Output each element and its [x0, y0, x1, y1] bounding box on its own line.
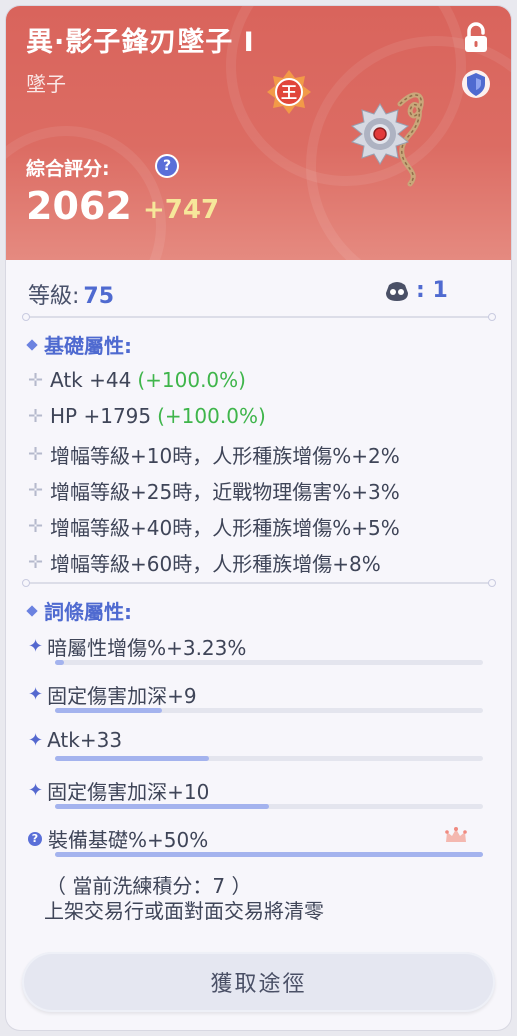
plus-icon: ✛ [28, 444, 44, 465]
plus-icon: ✛ [28, 516, 44, 537]
sparkle-icon: ✦ [28, 684, 44, 705]
base-stat: ✛ 增幅等級+10時，人形種族增傷%+2% [28, 444, 400, 468]
diamond-icon [26, 338, 38, 351]
badge-glyph: 王 [281, 83, 297, 102]
affix-row: ? 裝備基礎%+50% [28, 824, 208, 853]
item-title: 異·影子鋒刃墜子 I [26, 27, 255, 58]
base-stat: ✛ 增幅等級+40時，人形種族增傷%+5% [28, 516, 400, 540]
rarity-badge-icon: 王 [267, 70, 311, 114]
base-stat: ✛ 增幅等級+25時，近戰物理傷害%+3% [28, 480, 400, 504]
crown-icon [445, 827, 467, 842]
rating-bonus: +747 [143, 195, 220, 225]
rating-label: 綜合評分: [26, 158, 110, 180]
affix-progress-bar [55, 852, 483, 857]
plus-icon: ✛ [28, 405, 44, 427]
question-icon[interactable]: ? [28, 831, 42, 846]
divider [22, 313, 496, 321]
socket-icon [386, 281, 408, 301]
level-label: 等級: [28, 284, 80, 309]
base-stat: ✛ 增幅等級+60時，人形種族增傷+8% [28, 552, 381, 576]
affix-row: ✦ 固定傷害加深+9 [28, 684, 197, 708]
plus-icon: ✛ [28, 552, 44, 573]
level-value: 75 [83, 284, 115, 309]
help-icon[interactable]: ? [157, 156, 177, 176]
item-tooltip-card: 異·影子鋒刃墜子 I 墜子 王 綜合評分: ? 2062 +747 等級: 75… [6, 6, 511, 1030]
rating-value: 2062 [26, 184, 132, 228]
affix-progress-bar [55, 756, 483, 761]
sparkle-icon: ✦ [28, 729, 44, 751]
base-stat: ✛ HP +1795 (+100.0%) [28, 404, 266, 428]
diamond-icon [26, 604, 38, 617]
level-row: 等級: 75 [28, 278, 114, 310]
shield-icon[interactable] [461, 68, 491, 100]
refine-score-note: （ 當前洗練積分：7 ） 上架交易行或面對面交易將清零 [44, 874, 324, 923]
affix-attributes-title: 詞條屬性: [26, 596, 132, 625]
affix-row: ✦ 固定傷害加深+10 [28, 780, 210, 804]
base-stat: ✛ Atk +44 (+100.0%) [28, 368, 246, 392]
affix-row: ✦ Atk+33 [28, 728, 123, 752]
plus-icon: ✛ [28, 369, 44, 391]
plus-icon: ✛ [28, 480, 44, 501]
base-attributes-title: 基礎屬性: [26, 330, 132, 359]
socket-count-value: : 1 [416, 278, 448, 303]
affix-progress-bar [55, 660, 483, 665]
sparkle-icon: ✦ [28, 636, 44, 657]
divider [22, 579, 496, 587]
affix-row: ✦ 暗屬性增傷%+3.23% [28, 636, 247, 660]
item-header: 異·影子鋒刃墜子 I 墜子 王 綜合評分: ? 2062 +747 [6, 6, 511, 260]
affix-progress-bar [55, 708, 483, 713]
socket-count: : 1 [384, 278, 448, 303]
item-type: 墜子 [26, 72, 66, 96]
sparkle-icon: ✦ [28, 780, 44, 801]
obtain-source-button[interactable]: 獲取途徑 [22, 952, 495, 1012]
affix-progress-bar [55, 804, 483, 809]
pendant-item-icon [350, 92, 424, 187]
lock-icon[interactable] [461, 22, 491, 54]
